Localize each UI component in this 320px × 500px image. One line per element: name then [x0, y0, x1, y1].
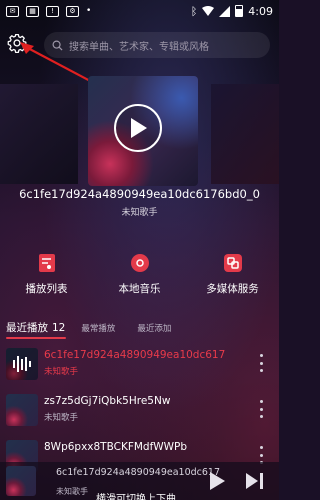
playlist-label: 播放列表 [25, 283, 68, 295]
local-music-label: 本地音乐 [118, 283, 161, 295]
song-title: zs7z5dGj7iQbk5Hre5Nw [44, 395, 171, 407]
media-service-label: 多媒体服务 [206, 283, 259, 295]
bluetooth-icon: ᛒ [190, 4, 198, 18]
playlist-icon [38, 254, 55, 272]
tab-most-played[interactable]: 最常播放 [81, 322, 115, 334]
song-title: 8Wp6pxx8TBCKFMdfWWPb [44, 441, 188, 453]
song-artist: 未知歌手 [44, 413, 79, 423]
status-time: 4:09 [248, 4, 273, 18]
tab-recently-added[interactable]: 最近添加 [137, 322, 171, 334]
more-notifications-icon: • [86, 6, 92, 16]
more-options-icon[interactable] [259, 400, 263, 418]
next-cover[interactable] [211, 84, 279, 184]
player-song-title: 6c1fe17d924a4890949ea10dc617 [56, 467, 221, 478]
player-play-icon[interactable] [208, 471, 226, 491]
featured-title: 6c1fe17d924a4890949ea10dc6176bd0_0 [19, 187, 260, 201]
song-list: 6c1fe17d924a4890949ea10dc617 未知歌手 zs7z5d… [0, 342, 279, 480]
list-item[interactable]: zs7z5dGj7iQbk5Hre5Nw 未知歌手 [0, 388, 279, 434]
player-song-artist: 未知歌手 [56, 487, 88, 496]
play-button[interactable] [114, 104, 162, 152]
battery-icon [235, 5, 244, 17]
app-notification-icon: ▦ [26, 5, 39, 17]
media-service-button[interactable]: 多媒体服务 [186, 252, 279, 300]
mini-player[interactable]: 6c1fe17d924a4890949ea10dc617 未知歌手 横滑可切换上… [0, 462, 279, 500]
notification-icon: ✉ [6, 5, 19, 17]
local-music-button[interactable]: 本地音乐 [93, 252, 186, 300]
next-track-icon[interactable] [245, 472, 265, 490]
settings-notification-icon: ⚙ [66, 5, 79, 17]
swipe-hint: 横滑可切换上下曲 [96, 494, 176, 500]
active-tab-indicator [6, 337, 66, 339]
signal-icon [219, 5, 231, 17]
disc-icon [130, 254, 149, 272]
alert-icon: ! [46, 5, 59, 17]
featured-carousel[interactable] [0, 70, 279, 190]
now-playing-bars-icon [6, 348, 38, 380]
more-options-icon[interactable] [259, 354, 263, 372]
song-artist: 未知歌手 [44, 367, 79, 377]
tab-recent[interactable]: 最近播放 [6, 320, 48, 335]
playlist-button[interactable]: 播放列表 [0, 252, 93, 300]
media-service-icon [223, 254, 242, 272]
featured-artist: 未知歌手 [121, 208, 158, 218]
list-item[interactable]: 6c1fe17d924a4890949ea10dc617 未知歌手 [0, 342, 279, 388]
song-thumbnail [6, 394, 38, 426]
quick-actions: 播放列表 本地音乐 多媒体服务 [0, 252, 279, 300]
wifi-icon [202, 6, 215, 16]
previous-cover[interactable] [0, 84, 78, 184]
song-thumbnail [6, 348, 38, 380]
song-title: 6c1fe17d924a4890949ea10dc617 [44, 349, 226, 361]
status-bar: ✉ ▦ ! ⚙ • ᛒ 4:09 [0, 0, 279, 22]
player-thumbnail[interactable] [6, 466, 36, 496]
recent-count: 12 [52, 322, 66, 334]
play-icon [131, 118, 147, 138]
song-tabs: 最近播放 12 最常播放 最近添加 [6, 320, 193, 336]
